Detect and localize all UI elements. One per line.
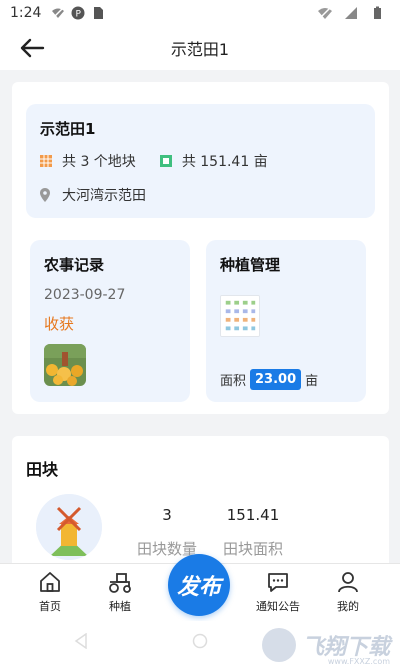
- windmill-icon: [36, 494, 102, 560]
- battery-icon: [374, 6, 381, 19]
- field-name: 示范田1: [40, 120, 96, 138]
- planting-area-value: 23.00: [250, 369, 302, 390]
- farm-record-type: 收获: [44, 315, 75, 333]
- back-arrow-icon[interactable]: [18, 36, 46, 60]
- watermark-url: www.FXXZ.com: [327, 657, 390, 666]
- system-nav-bar: 飞翔下载 www.FXXZ.com: [0, 621, 400, 667]
- planting-area-label: 面积: [220, 374, 247, 389]
- location-pin-icon: [40, 188, 50, 202]
- sim-card-icon: [94, 7, 104, 19]
- app-header: 示范田1: [0, 26, 400, 70]
- svg-text:P: P: [76, 10, 82, 20]
- field-overview-card: 示范田1 共 3 个地块 共 151.41 亩 大河湾示范田 农事记录 2023…: [12, 82, 389, 414]
- user-icon: [338, 572, 358, 593]
- plot-area-label: 田块面积: [222, 540, 283, 558]
- tractor-icon: [109, 573, 131, 593]
- planting-management-card[interactable]: 种植管理 面积 23.00 亩: [206, 240, 366, 402]
- area-icon: [159, 155, 172, 167]
- plots-section-title: 田块: [26, 460, 59, 479]
- message-icon: [268, 573, 288, 592]
- page-title: 示范田1: [170, 40, 230, 59]
- wifi-icon: [318, 6, 332, 20]
- field-area-text: 共 151.41 亩: [181, 154, 268, 170]
- farm-record-card[interactable]: 农事记录 2023-09-27 收获: [30, 240, 190, 402]
- nav-mine[interactable]: 我的: [313, 570, 383, 614]
- system-home-icon[interactable]: [192, 633, 208, 649]
- publish-button[interactable]: 发布: [168, 554, 230, 616]
- location-text: 大河湾示范田: [62, 188, 146, 204]
- status-time: 1:24: [10, 5, 42, 21]
- plot-count-value: 3: [162, 506, 172, 524]
- harvest-photo[interactable]: [44, 344, 86, 386]
- app-notification-icon: P: [71, 6, 85, 20]
- farm-record-date: 2023-09-27: [44, 287, 126, 303]
- field-stats-row: 共 3 个地块 共 151.41 亩: [40, 151, 361, 171]
- nav-home[interactable]: 首页: [15, 570, 85, 614]
- signal-icon: [345, 7, 357, 19]
- plot-area-value: 151.41: [226, 506, 280, 524]
- plot-grid-icon: [40, 155, 52, 167]
- planting-area-unit: 亩: [305, 374, 319, 389]
- nav-planting-label: 种植: [109, 600, 131, 613]
- nav-home-label: 首页: [39, 600, 61, 613]
- watermark-mark-icon: [261, 628, 296, 662]
- planting-title: 种植管理: [220, 256, 281, 274]
- location-row: 大河湾示范田: [40, 185, 361, 205]
- nav-notice-label: 通知公告: [256, 600, 300, 613]
- field-summary[interactable]: 示范田1 共 3 个地块 共 151.41 亩 大河湾示范田: [26, 104, 375, 218]
- planting-area-row: 面积 23.00 亩: [220, 369, 352, 390]
- plot-count-stat: 3 田块数量: [124, 506, 210, 559]
- wifi-off-icon: [52, 7, 65, 19]
- home-icon: [40, 572, 60, 592]
- plot-count-text: 共 3 个地块: [62, 154, 136, 170]
- planting-plan-thumbnail[interactable]: [220, 295, 260, 337]
- nav-planting[interactable]: 种植: [85, 570, 155, 614]
- status-bar: 1:24 P: [0, 0, 400, 26]
- farm-record-title: 农事记录: [44, 256, 105, 274]
- nav-mine-label: 我的: [337, 600, 359, 613]
- system-back-icon[interactable]: [74, 633, 88, 649]
- plot-area-stat: 151.41 田块面积: [210, 506, 296, 559]
- nav-notice[interactable]: 通知公告: [243, 570, 313, 614]
